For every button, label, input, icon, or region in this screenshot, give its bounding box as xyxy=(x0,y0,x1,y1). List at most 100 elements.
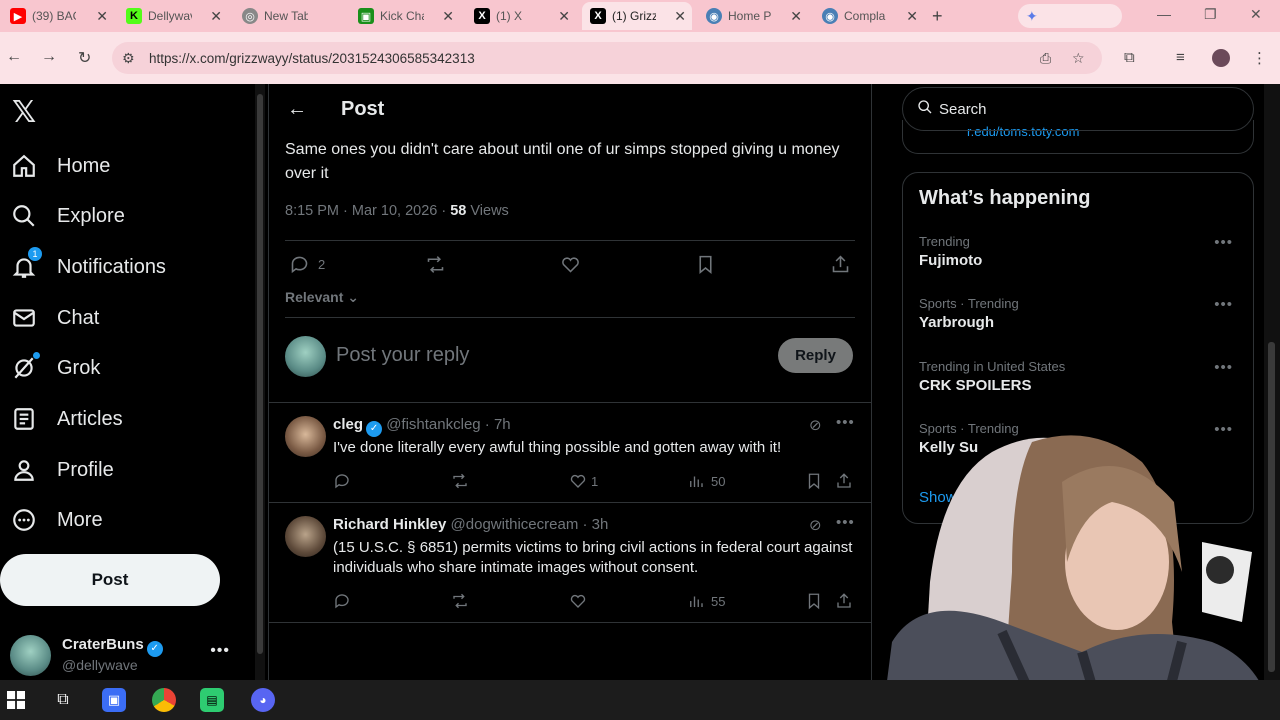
url-text[interactable]: https://x.com/grizzwayy/status/203152430… xyxy=(149,51,475,66)
profile-avatar-icon[interactable] xyxy=(1212,49,1230,67)
close-tab-icon[interactable]: ✕ xyxy=(906,8,918,25)
bookmark-button[interactable] xyxy=(695,254,716,275)
reply-composer: Post your reply Reply xyxy=(285,336,855,380)
views-button[interactable]: 50 xyxy=(687,472,725,490)
nav-home[interactable]: Home xyxy=(10,146,110,186)
trend-item[interactable]: Trending in United States CRK SPOILERS •… xyxy=(919,359,1239,394)
grok-icon[interactable]: ⊘ xyxy=(809,416,822,434)
like-button[interactable] xyxy=(569,592,587,610)
repost-button[interactable] xyxy=(451,472,469,490)
post-button[interactable]: Post xyxy=(0,554,220,606)
share-button[interactable] xyxy=(835,592,853,610)
back-icon[interactable]: ← xyxy=(6,48,22,66)
search-placeholder: Search xyxy=(939,100,987,118)
webcam-overlay xyxy=(882,422,1274,720)
divider xyxy=(269,402,871,403)
minimize-icon[interactable]: — xyxy=(1157,6,1171,22)
browser-tab[interactable]: X (1) X ✕ xyxy=(466,2,576,30)
reply-author[interactable]: Richard Hinkley xyxy=(333,516,446,533)
app-icon[interactable]: ▣ xyxy=(102,688,126,712)
nav-articles[interactable]: Articles xyxy=(10,399,123,439)
chrome-icon[interactable] xyxy=(152,688,176,712)
more-icon[interactable]: ••• xyxy=(1214,359,1233,376)
nav-more[interactable]: More xyxy=(10,500,103,540)
address-bar[interactable]: ⚙ https://x.com/grizzwayy/status/2031524… xyxy=(112,42,1102,74)
browser-tab[interactable]: ◎ New Tab xyxy=(234,2,344,30)
sort-label: Relevant xyxy=(285,289,344,305)
nav-grok[interactable]: Grok xyxy=(10,348,100,388)
avatar xyxy=(10,635,51,676)
forward-icon[interactable]: → xyxy=(41,48,57,66)
x-logo-icon[interactable]: 𝕏 xyxy=(12,95,36,130)
back-arrow-icon[interactable]: ← xyxy=(287,98,307,121)
nav-chat[interactable]: Chat xyxy=(10,298,99,338)
like-button[interactable] xyxy=(560,254,581,275)
browser-tab[interactable]: ◉ Home P ✕ xyxy=(698,2,808,30)
browser-tab[interactable]: ◉ Compla ✕ xyxy=(814,2,924,30)
repost-icon xyxy=(427,256,444,273)
close-tab-icon[interactable]: ✕ xyxy=(790,8,802,25)
windows-start-icon[interactable] xyxy=(4,688,28,712)
divider xyxy=(285,240,855,241)
nav-explore[interactable]: Explore xyxy=(10,196,125,236)
nav-label: Grok xyxy=(57,356,101,379)
repost-button[interactable] xyxy=(425,254,446,275)
repost-button[interactable] xyxy=(451,592,469,610)
site-info-icon[interactable]: ⚙ xyxy=(122,50,135,67)
browser-tab[interactable]: ▣ Kick Chat ✕ xyxy=(350,2,460,30)
nav-notifications[interactable]: 1 Notifications xyxy=(10,247,166,287)
reply-item[interactable]: cleg ✓ @fishtankcleg · 7h ⊘ ••• I've done… xyxy=(269,414,871,502)
reply-item[interactable]: Richard Hinkley @dogwithicecream · 3h ⊘ … xyxy=(269,514,871,622)
discord-icon[interactable]: ◕ xyxy=(251,688,275,712)
gemini-icon[interactable]: ✦ xyxy=(1018,4,1122,28)
browser-tab[interactable]: K Dellywave ✕ xyxy=(118,2,228,30)
bookmark-star-icon[interactable]: ☆ xyxy=(1072,50,1085,67)
reload-icon[interactable]: ↻ xyxy=(78,48,91,68)
bell-icon: 1 xyxy=(10,247,42,281)
browser-menu-icon[interactable]: ⋮ xyxy=(1252,49,1267,67)
more-icon[interactable]: ••• xyxy=(836,514,855,531)
restore-icon[interactable]: ❐ xyxy=(1204,6,1217,23)
nav-profile[interactable]: Profile xyxy=(10,450,114,490)
stream-app-icon[interactable]: ▤ xyxy=(200,688,224,712)
bookmark-button[interactable] xyxy=(805,472,823,490)
more-icon[interactable]: ••• xyxy=(836,414,855,431)
close-tab-icon[interactable]: ✕ xyxy=(558,8,570,25)
reply-button[interactable] xyxy=(333,472,351,490)
scrollbar-thumb[interactable] xyxy=(257,94,263,654)
close-tab-icon[interactable]: ✕ xyxy=(674,8,686,25)
close-tab-icon[interactable]: ✕ xyxy=(442,8,454,25)
new-tab-button[interactable]: + xyxy=(932,6,943,27)
account-switcher[interactable]: CraterBuns ✓ @dellywave ••• xyxy=(10,634,240,678)
reply-submit-button[interactable]: Reply xyxy=(778,338,853,373)
scrollbar[interactable] xyxy=(255,84,265,680)
nav-label: Home xyxy=(57,154,111,177)
share-button[interactable] xyxy=(830,254,851,275)
more-icon[interactable]: ••• xyxy=(1214,234,1233,251)
trend-item[interactable]: Sports · Trending Yarbrough ••• xyxy=(919,296,1239,331)
trend-item[interactable]: Trending Fujimoto ••• xyxy=(919,234,1239,269)
browser-tab[interactable]: ▶ (39) BAG ✕ xyxy=(2,2,114,30)
sort-dropdown[interactable]: Relevant ⌄ xyxy=(285,289,359,306)
grok-icon[interactable]: ⊘ xyxy=(809,516,822,534)
reply-author[interactable]: cleg xyxy=(333,416,363,433)
more-icon[interactable]: ••• xyxy=(210,642,230,660)
install-icon[interactable]: ⎙ xyxy=(1040,50,1051,67)
reply-button[interactable]: 2 xyxy=(289,254,325,275)
task-view-icon[interactable]: ⧉ xyxy=(51,688,75,712)
more-icon[interactable]: ••• xyxy=(1214,296,1233,313)
browser-tab-active[interactable]: X (1) Grizz ✕ xyxy=(582,2,692,30)
close-window-icon[interactable]: ✕ xyxy=(1250,6,1262,23)
articles-icon xyxy=(10,405,38,433)
like-button[interactable]: 1 xyxy=(569,472,598,490)
close-tab-icon[interactable]: ✕ xyxy=(210,8,222,25)
reply-input[interactable]: Post your reply xyxy=(336,344,469,367)
media-icon[interactable]: ≡ xyxy=(1176,49,1185,66)
share-button[interactable] xyxy=(835,472,853,490)
close-tab-icon[interactable]: ✕ xyxy=(96,8,108,25)
views-button[interactable]: 55 xyxy=(687,592,725,610)
bookmark-button[interactable] xyxy=(805,592,823,610)
extensions-icon[interactable]: ⧉ xyxy=(1124,49,1135,66)
reply-button[interactable] xyxy=(333,592,351,610)
search-input[interactable]: Search xyxy=(902,87,1254,131)
